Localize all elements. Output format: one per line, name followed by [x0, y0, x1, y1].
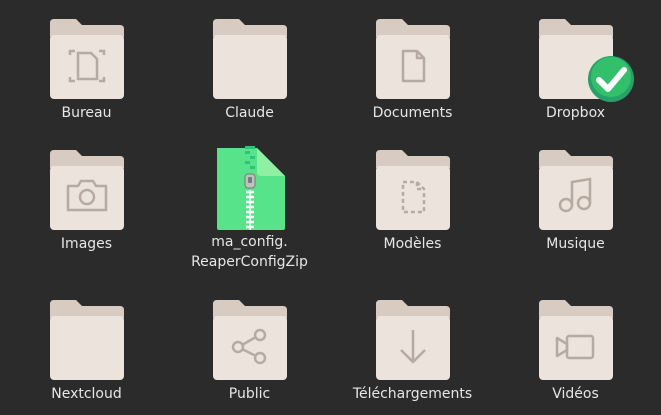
folder-icon [211, 17, 289, 101]
documents-folder-icon [374, 17, 452, 101]
file-grid: Bureau Claude Documents Dropbox Images m… [0, 0, 661, 415]
folder-item-public[interactable]: Public [168, 298, 331, 404]
folder-item-modeles[interactable]: Modèles [331, 148, 494, 254]
folder-icon [48, 298, 126, 382]
folder-item-bureau[interactable]: Bureau [5, 17, 168, 123]
public-share-folder-icon [211, 298, 289, 382]
folder-item-images[interactable]: Images [5, 148, 168, 254]
folder-item-dropbox[interactable]: Dropbox [494, 17, 657, 123]
item-label: Bureau [61, 105, 112, 121]
folder-item-documents[interactable]: Documents [331, 17, 494, 123]
folder-item-musique[interactable]: Musique [494, 148, 657, 254]
folder-item-videos[interactable]: Vidéos [494, 298, 657, 404]
item-label: Musique [546, 236, 605, 252]
item-label: Nextcloud [51, 386, 122, 402]
folder-item-claude[interactable]: Claude [168, 17, 331, 123]
item-label: Modèles [383, 236, 442, 252]
file-item-zip[interactable]: ma_config. ReaperConfigZip [168, 146, 331, 272]
music-folder-icon [537, 148, 615, 232]
item-label: Téléchargements [352, 386, 473, 402]
item-label: Documents [372, 105, 453, 121]
pictures-folder-icon [48, 148, 126, 232]
desktop-folder-icon [48, 17, 126, 101]
downloads-folder-icon [374, 298, 452, 382]
videos-folder-icon [537, 298, 615, 382]
item-label: Public [228, 386, 271, 402]
item-label: Claude [225, 105, 274, 121]
folder-item-nextcloud[interactable]: Nextcloud [5, 298, 168, 404]
item-label: Dropbox [546, 105, 605, 121]
templates-folder-icon [374, 148, 452, 232]
folder-item-telechargements[interactable]: Téléchargements [331, 298, 494, 404]
item-label-line1: ma_config. [211, 234, 288, 250]
item-label-line2: ReaperConfigZip [191, 254, 308, 270]
zip-archive-icon [211, 146, 289, 230]
sync-check-emblem-icon [587, 55, 635, 103]
folder-icon [537, 17, 634, 102]
item-label: Images [60, 236, 113, 252]
item-label: Vidéos [552, 386, 599, 402]
